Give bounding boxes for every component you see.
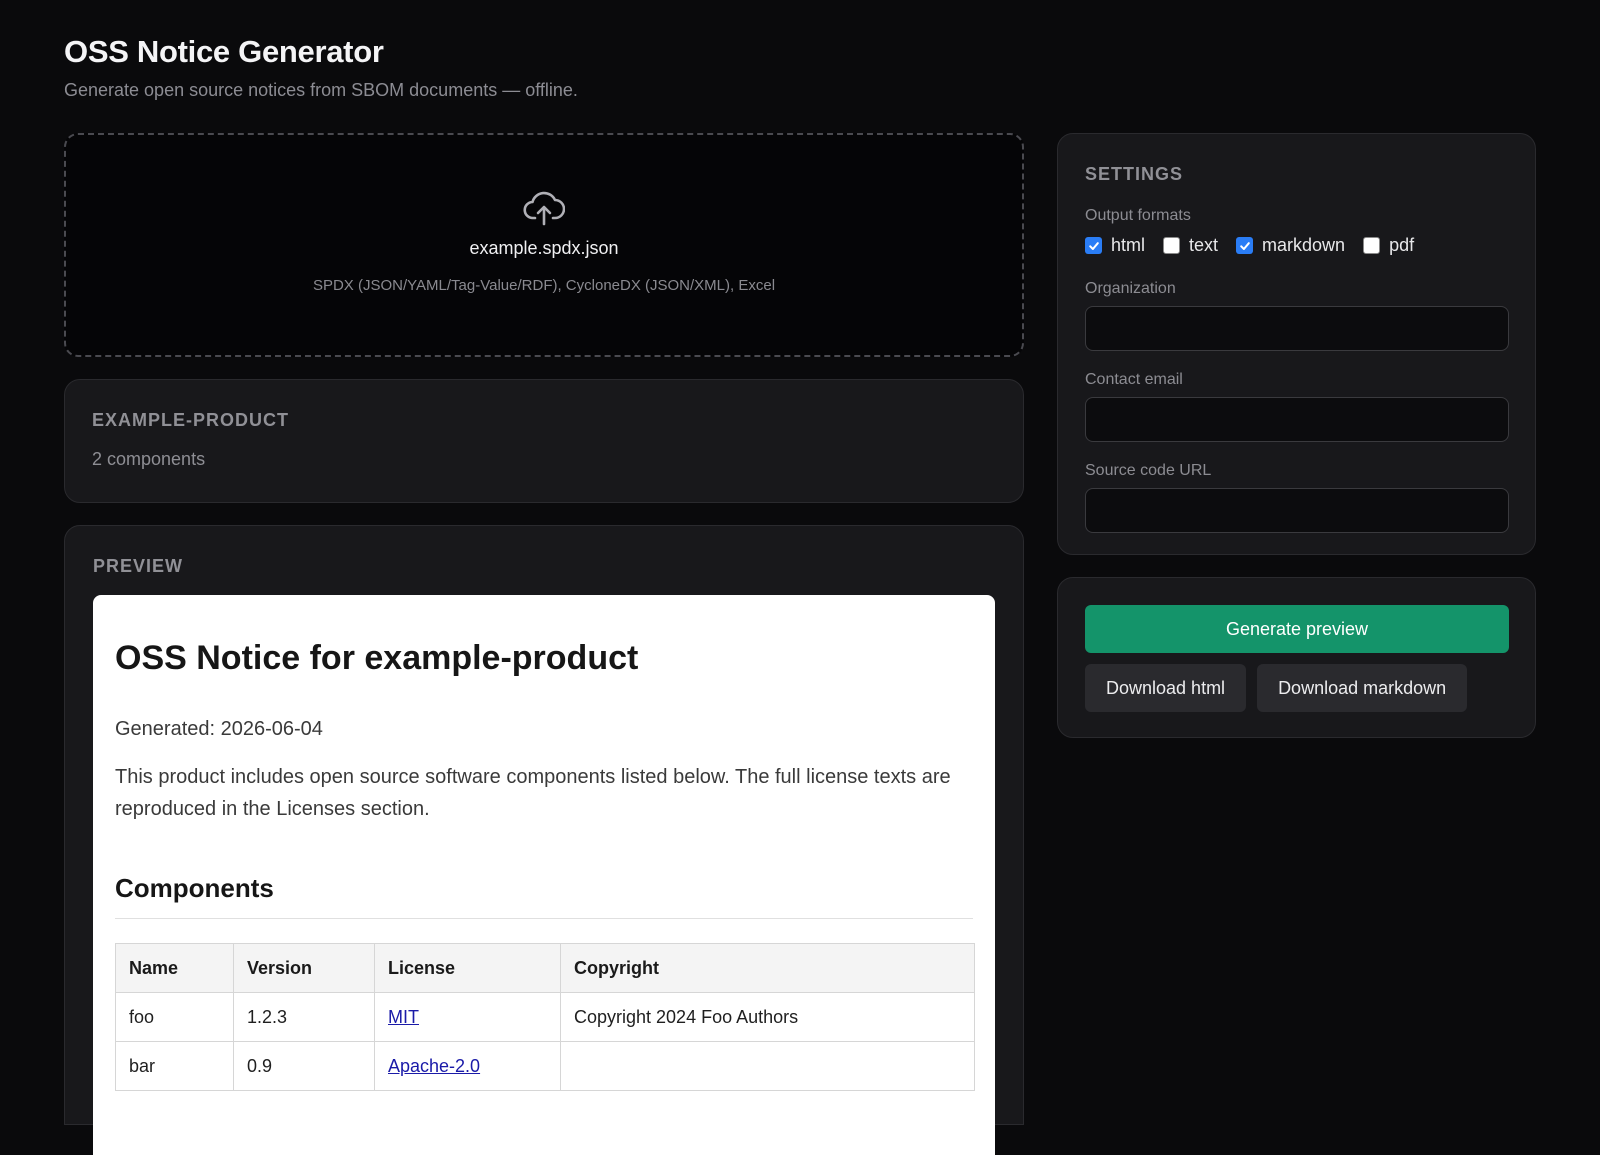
cell-name: foo	[115, 992, 234, 1042]
checkmark-icon	[1088, 241, 1099, 250]
column-header-license: License	[374, 943, 561, 993]
column-header-name: Name	[115, 943, 234, 993]
app-header: OSS Notice Generator Generate open sourc…	[64, 34, 578, 101]
format-option-markdown[interactable]: markdown	[1236, 235, 1345, 256]
format-label: pdf	[1389, 235, 1415, 255]
format-option-text[interactable]: text	[1163, 235, 1218, 256]
email-field-group: Contact email	[1085, 371, 1509, 442]
product-summary-panel: EXAMPLE-PRODUCT 2 components	[64, 379, 1024, 503]
organization-label: Organization	[1085, 280, 1176, 297]
format-label: markdown	[1262, 235, 1346, 255]
table-row: foo 1.2.3 MIT Copyright 2024 Foo Authors	[115, 992, 975, 1042]
components-heading: Components	[115, 873, 973, 919]
source-url-input[interactable]	[1085, 488, 1509, 533]
license-link-apache[interactable]: Apache-2.0	[388, 1056, 480, 1076]
format-checkbox-markdown[interactable]	[1236, 237, 1254, 254]
format-checkbox-pdf[interactable]	[1363, 237, 1381, 254]
format-label: text	[1189, 235, 1219, 255]
product-name: EXAMPLE-PRODUCT	[92, 410, 290, 430]
format-checkbox-text[interactable]	[1163, 237, 1181, 254]
cell-version: 0.9	[233, 1041, 375, 1091]
source-url-field-group: Source code URL	[1085, 462, 1509, 533]
organization-input[interactable]	[1085, 306, 1509, 351]
contact-email-label: Contact email	[1085, 371, 1183, 388]
output-formats-group: html text markdown pdf	[1085, 235, 1508, 256]
settings-panel: SETTINGS Output formats html text markdown…	[1057, 133, 1536, 555]
column-header-copyright: Copyright	[560, 943, 975, 993]
component-count: 2 components	[92, 449, 206, 469]
cell-license: MIT	[374, 992, 561, 1042]
download-buttons-row: Download html Download markdown	[1085, 664, 1508, 712]
table-header-row: Name Version License Copyright	[115, 943, 975, 993]
format-option-html[interactable]: html	[1085, 235, 1145, 256]
preview-section-title: PREVIEW	[93, 556, 184, 576]
download-markdown-button[interactable]: Download markdown	[1257, 664, 1468, 712]
cell-version: 1.2.3	[233, 992, 375, 1042]
table-row: bar 0.9 Apache-2.0	[115, 1041, 975, 1091]
format-option-pdf[interactable]: pdf	[1363, 235, 1414, 256]
column-header-version: Version	[233, 943, 375, 993]
contact-email-input[interactable]	[1085, 397, 1509, 442]
preview-panel: PREVIEW OSS Notice for example-product G…	[64, 525, 1024, 1155]
cloud-upload-icon	[523, 191, 565, 226]
file-dropzone[interactable]: example.spdx.json SPDX (JSON/YAML/Tag-Va…	[64, 133, 1024, 357]
generated-date: Generated: 2026-06-04	[115, 718, 323, 740]
output-formats-label: Output formats	[1085, 207, 1191, 224]
organization-field-group: Organization	[1085, 280, 1509, 351]
actions-panel: Generate preview Download html Download …	[1057, 577, 1536, 738]
supported-formats-hint: SPDX (JSON/YAML/Tag-Value/RDF), CycloneD…	[312, 277, 776, 294]
download-html-button[interactable]: Download html	[1085, 664, 1247, 712]
cell-name: bar	[115, 1041, 234, 1091]
components-table: Name Version License Copyright foo 1.2.3…	[115, 943, 975, 1091]
cell-copyright: Copyright 2024 Foo Authors	[560, 992, 975, 1042]
format-label: html	[1111, 235, 1146, 255]
notice-title: OSS Notice for example-product	[115, 639, 639, 677]
format-checkbox-html[interactable]	[1085, 237, 1102, 254]
sidebar-column: SETTINGS Output formats html text markdown…	[1057, 133, 1536, 738]
main-column: example.spdx.json SPDX (JSON/YAML/Tag-Va…	[64, 133, 1024, 1155]
notice-preview-document: OSS Notice for example-product Generated…	[93, 595, 995, 1155]
cell-license: Apache-2.0	[374, 1041, 561, 1091]
generate-preview-button[interactable]: Generate preview	[1085, 605, 1509, 653]
cell-copyright	[560, 1041, 975, 1091]
source-url-label: Source code URL	[1085, 462, 1212, 479]
selected-file-name: example.spdx.json	[469, 238, 619, 258]
app-title: OSS Notice Generator	[64, 34, 384, 69]
settings-section-title: SETTINGS	[1085, 164, 1184, 184]
notice-intro: This product includes open source softwa…	[115, 766, 951, 820]
checkmark-icon	[1239, 241, 1250, 250]
license-link-mit[interactable]: MIT	[388, 1007, 419, 1027]
app-subtitle: Generate open source notices from SBOM d…	[64, 80, 578, 100]
